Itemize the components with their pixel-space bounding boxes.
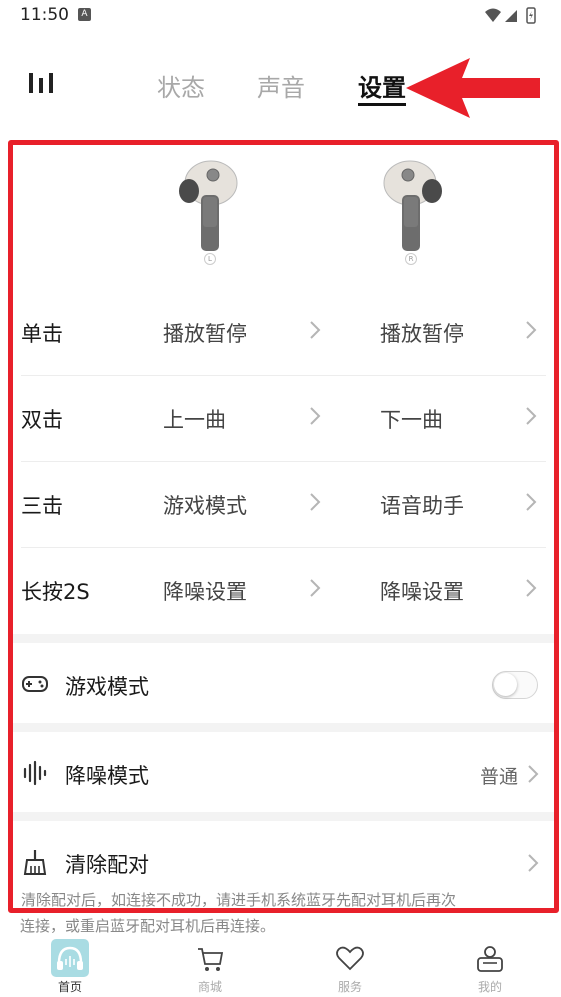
gesture-row-double-tap: 双击 上一曲 下一曲 xyxy=(13,376,554,462)
toggle-knob xyxy=(494,673,517,696)
noise-mode-value: 普通 xyxy=(479,766,518,788)
right-action-select[interactable]: 下一曲 xyxy=(380,404,443,434)
top-nav: 状态 声音 设置 xyxy=(0,50,561,120)
gamepad-icon xyxy=(22,676,48,692)
gesture-row-long-press: 长按2S 降噪设置 降噪设置 xyxy=(13,548,554,634)
active-tab-underline xyxy=(358,103,406,106)
clear-pairing-label: 清除配对 xyxy=(65,853,149,877)
sound-wave-icon xyxy=(23,760,47,786)
status-bar: 11:50 A xyxy=(0,0,561,34)
chevron-right-icon[interactable] xyxy=(309,320,321,340)
profile-icon xyxy=(477,946,503,972)
left-action-select[interactable]: 播放暂停 xyxy=(163,318,247,348)
left-action-select[interactable]: 游戏模式 xyxy=(163,490,247,520)
chevron-right-icon[interactable] xyxy=(527,853,539,873)
settings-panel: L R 单击 播放暂停 播放暂停 双击 上一曲 下一曲 三击 游戏模式 语音助手… xyxy=(13,145,554,908)
chevron-right-icon[interactable] xyxy=(525,320,537,340)
nav-home-label: 首页 xyxy=(57,980,82,994)
game-mode-label: 游戏模式 xyxy=(65,675,149,699)
tab-settings[interactable]: 设置 xyxy=(358,68,406,103)
right-earbud-image xyxy=(383,160,442,251)
gesture-name: 长按2S xyxy=(21,580,90,604)
gesture-name: 单击 xyxy=(21,322,63,346)
status-icons xyxy=(485,7,536,24)
signal-icon xyxy=(505,10,517,22)
broom-icon xyxy=(23,850,47,875)
gesture-name: 三击 xyxy=(21,494,63,518)
right-action-select[interactable]: 语音助手 xyxy=(380,490,464,520)
notification-app-icon: A xyxy=(78,8,91,21)
bottom-nav: 首页 商城 服务 我的 xyxy=(0,935,561,997)
gesture-row-single-tap: 单击 播放暂停 播放暂停 xyxy=(13,290,554,376)
noise-mode-label: 降噪模式 xyxy=(65,764,149,788)
chevron-right-icon[interactable] xyxy=(309,578,321,598)
right-action-select[interactable]: 播放暂停 xyxy=(380,318,464,348)
noise-mode-row[interactable]: 降噪模式 普通 xyxy=(13,732,554,812)
chevron-right-icon[interactable] xyxy=(527,764,539,784)
home-headphones-icon xyxy=(51,939,89,977)
left-action-select[interactable]: 降噪设置 xyxy=(163,576,247,606)
game-mode-row: 游戏模式 xyxy=(13,643,554,723)
clear-pairing-note: 清除配对后，如连接不成功，请进手机系统蓝牙先配对耳机后再次 xyxy=(21,891,457,908)
wifi-icon xyxy=(485,8,501,22)
cart-icon xyxy=(198,948,224,971)
tab-sound[interactable]: 声音 xyxy=(257,68,305,103)
chevron-right-icon[interactable] xyxy=(309,492,321,512)
chevron-right-icon[interactable] xyxy=(525,578,537,598)
nav-mine-label: 我的 xyxy=(477,980,502,994)
nav-shop-label: 商城 xyxy=(197,980,222,994)
chevron-right-icon[interactable] xyxy=(525,492,537,512)
chevron-right-icon[interactable] xyxy=(525,406,537,426)
gesture-row-triple-tap: 三击 游戏模式 语音助手 xyxy=(13,462,554,548)
left-action-select[interactable]: 上一曲 xyxy=(163,404,226,434)
annotation-arrow-icon xyxy=(406,58,540,118)
nav-mine[interactable]: 我的 xyxy=(450,935,530,997)
tab-status[interactable]: 状态 xyxy=(157,68,205,103)
right-earbud-label: R xyxy=(405,253,417,265)
chevron-right-icon[interactable] xyxy=(309,406,321,426)
left-earbud-label: L xyxy=(204,253,216,265)
menu-bars-icon[interactable] xyxy=(28,72,54,94)
nav-shop[interactable]: 商城 xyxy=(170,935,250,997)
nav-home[interactable]: 首页 xyxy=(30,935,110,997)
clear-pairing-row[interactable]: 清除配对 xyxy=(13,821,554,901)
section-gap xyxy=(13,723,554,732)
right-action-select[interactable]: 降噪设置 xyxy=(380,576,464,606)
nav-service[interactable]: 服务 xyxy=(310,935,390,997)
clear-pairing-note-continued: 连接，或重启蓝牙配对耳机后再连接。 xyxy=(20,917,276,935)
gesture-name: 双击 xyxy=(21,408,63,432)
left-earbud-image xyxy=(179,160,238,251)
section-gap xyxy=(13,634,554,643)
game-mode-toggle[interactable] xyxy=(492,671,538,699)
section-gap xyxy=(13,812,554,821)
heart-icon xyxy=(336,946,364,971)
nav-service-label: 服务 xyxy=(337,980,362,994)
status-time: 11:50 xyxy=(20,5,69,25)
